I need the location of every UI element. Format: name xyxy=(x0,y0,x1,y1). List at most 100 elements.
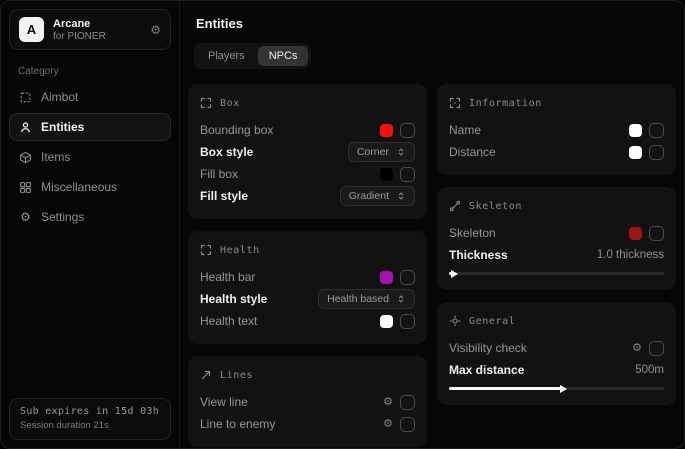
slider-handle[interactable] xyxy=(451,270,458,278)
setting-row-thickness: Thickness 1.0 thickness xyxy=(449,244,664,266)
checkbox[interactable] xyxy=(649,145,664,160)
setting-label: Health bar xyxy=(200,270,255,284)
sidebar-item-items[interactable]: Items xyxy=(9,143,171,171)
sidebar-item-aimbot[interactable]: Aimbot xyxy=(9,83,171,111)
row-settings-gear-icon[interactable]: ⚙ xyxy=(383,397,393,408)
row-settings-gear-icon[interactable]: ⚙ xyxy=(383,419,393,430)
sidebar-item-label: Aimbot xyxy=(41,90,78,104)
tab-players[interactable]: Players xyxy=(197,46,256,66)
sidebar-item-label: Entities xyxy=(41,120,84,134)
setting-label: Distance xyxy=(449,145,496,159)
color-swatch[interactable] xyxy=(629,124,642,137)
session-duration-text: Session duration 21s xyxy=(20,420,160,431)
setting-label: Health style xyxy=(200,292,267,306)
setting-row-distance: Distance xyxy=(449,141,664,163)
sidebar-item-label: Settings xyxy=(41,210,84,224)
card-title: Skeleton xyxy=(469,201,522,212)
box-card: Box Bounding box Box style Corner xyxy=(188,84,427,219)
general-card-header: General xyxy=(449,312,664,330)
card-title: General xyxy=(469,316,515,327)
setting-row-name: Name xyxy=(449,119,664,141)
color-swatch[interactable] xyxy=(629,146,642,159)
health-card-header: Health xyxy=(200,241,415,259)
thickness-slider[interactable] xyxy=(449,272,664,275)
card-title: Health xyxy=(220,245,260,256)
checkbox[interactable] xyxy=(400,123,415,138)
tab-npcs[interactable]: NPCs xyxy=(258,46,309,66)
color-swatch[interactable] xyxy=(380,168,393,181)
sidebar-item-settings[interactable]: ⚙ Settings xyxy=(9,203,171,231)
checkbox[interactable] xyxy=(400,314,415,329)
setting-row-visibility-check: Visibility check ⚙ xyxy=(449,337,664,359)
skeleton-card: Skeleton Skeleton Thickness 1.0 thicknes… xyxy=(437,187,676,290)
chevrons-up-down-icon xyxy=(396,294,406,304)
max-distance-slider[interactable] xyxy=(449,387,664,390)
checkbox[interactable] xyxy=(400,167,415,182)
max-distance-value: 500m xyxy=(635,364,664,376)
sidebar-item-entities[interactable]: Entities xyxy=(9,113,171,141)
entity-type-tabs: Players NPCs xyxy=(194,43,311,69)
grid-icon xyxy=(19,181,32,194)
checkbox[interactable] xyxy=(649,341,664,356)
scan-dot-icon xyxy=(449,97,461,109)
setting-row-max-distance: Max distance 500m xyxy=(449,359,664,381)
header-settings-icon[interactable]: ⚙ xyxy=(150,23,161,37)
lines-card-header: Lines xyxy=(200,366,415,384)
health-style-dropdown[interactable]: Health based xyxy=(318,289,415,309)
setting-label: Bounding box xyxy=(200,123,273,137)
setting-label: Fill style xyxy=(200,189,248,203)
sidebar: A Arcane for PIONER ⚙ Category Aimbot En… xyxy=(1,1,179,448)
arcane-window: A Arcane for PIONER ⚙ Category Aimbot En… xyxy=(0,0,685,449)
color-swatch[interactable] xyxy=(380,315,393,328)
checkbox[interactable] xyxy=(400,395,415,410)
skeleton-card-header: Skeleton xyxy=(449,197,664,215)
entities-person-icon xyxy=(19,121,32,134)
setting-row-fill-box: Fill box xyxy=(200,163,415,185)
setting-label: Line to enemy xyxy=(200,417,275,431)
card-title: Lines xyxy=(220,370,253,381)
setting-row-box-style: Box style Corner xyxy=(200,141,415,163)
sidebar-nav: Aimbot Entities Items Miscellaneous xyxy=(9,83,171,231)
slider-handle[interactable] xyxy=(560,385,567,393)
scan-brackets-icon xyxy=(200,244,212,256)
sidebar-item-miscellaneous[interactable]: Miscellaneous xyxy=(9,173,171,201)
cube-icon xyxy=(19,151,32,164)
setting-row-skeleton: Skeleton xyxy=(449,222,664,244)
setting-row-view-line: View line ⚙ xyxy=(200,391,415,413)
crosshair-dot-icon xyxy=(449,315,461,327)
app-name: Arcane xyxy=(53,18,141,30)
setting-label: Fill box xyxy=(200,167,238,181)
gear-icon: ⚙ xyxy=(19,211,32,224)
checkbox[interactable] xyxy=(400,417,415,432)
card-title: Box xyxy=(220,98,240,109)
color-swatch[interactable] xyxy=(629,227,642,240)
color-swatch[interactable] xyxy=(380,271,393,284)
setting-label: Skeleton xyxy=(449,226,496,240)
card-title: Information xyxy=(469,98,542,109)
box-style-dropdown[interactable]: Corner xyxy=(348,142,415,162)
checkbox[interactable] xyxy=(400,270,415,285)
bone-icon xyxy=(449,200,461,212)
dropdown-value: Health based xyxy=(327,293,389,305)
sidebar-item-label: Items xyxy=(41,150,70,164)
setting-label: Health text xyxy=(200,314,257,328)
app-logo-letter: A xyxy=(27,22,36,37)
setting-label: Visibility check xyxy=(449,341,527,355)
checkbox[interactable] xyxy=(649,226,664,241)
box-card-header: Box xyxy=(200,94,415,112)
chevrons-up-down-icon xyxy=(396,191,406,201)
crosshair-icon xyxy=(19,91,32,104)
setting-row-line-to-enemy: Line to enemy ⚙ xyxy=(200,413,415,435)
chevrons-up-down-icon xyxy=(396,147,406,157)
color-swatch[interactable] xyxy=(380,124,393,137)
dropdown-value: Corner xyxy=(357,146,389,158)
information-card: Information Name Distance xyxy=(437,84,676,175)
app-title-block: Arcane for PIONER xyxy=(53,18,141,42)
row-settings-gear-icon[interactable]: ⚙ xyxy=(632,343,642,354)
fill-style-dropdown[interactable]: Gradient xyxy=(340,186,415,206)
page-title: Entities xyxy=(196,16,676,31)
checkbox[interactable] xyxy=(649,123,664,138)
sub-expiry-text: Sub expires in 15d 03h xyxy=(20,406,160,417)
dropdown-value: Gradient xyxy=(349,190,389,202)
information-card-header: Information xyxy=(449,94,664,112)
